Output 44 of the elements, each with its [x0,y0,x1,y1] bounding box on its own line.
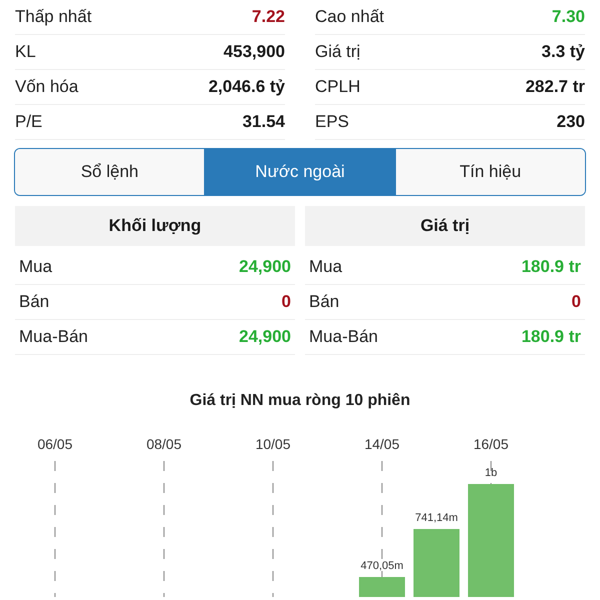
axis-label: 08/05 [146,436,182,452]
row-value: 180.9 tr [521,256,581,278]
stat-label: Cao nhất [315,6,384,28]
stat-value: 282.7 tr [525,76,585,98]
stat-label: Vốn hóa [15,76,78,98]
stat-label: KL [15,41,36,64]
bar [414,529,460,597]
stat-label: P/E [15,111,42,134]
row-value: 180.9 tr [521,326,581,348]
stat-label: CPLH [315,76,360,98]
stat-value: 230 [556,111,585,134]
row-value: 0 [282,291,291,314]
stat-value: 3.3 tỷ [542,41,585,64]
bar-value-label: 741,14m [415,512,458,524]
row-value: 24,900 [239,256,291,278]
axis-label: 06/05 [37,436,73,452]
row-label: Bán [309,291,340,314]
tab[interactable]: Sổ lệnh [15,149,204,195]
row-value: 0 [572,291,581,314]
stat-label: Thấp nhất [15,6,92,28]
chart-title: Giá trị NN mua ròng 10 phiên [188,391,412,411]
bar-value-label: 470,05m [360,560,404,572]
axis-label: 16/05 [473,436,509,452]
table-header: Khối lượng [15,206,295,246]
stat-value: 7.30 [552,6,585,28]
bar [359,577,405,597]
row-label: Bán [19,291,50,314]
stat-label: Giá trị [315,41,360,64]
row-label: Mua-Bán [309,326,378,348]
axis-label: 10/05 [255,436,291,452]
row-label: Mua-Bán [19,326,88,348]
row-value: 24,900 [239,326,291,348]
stat-label: EPS [315,111,350,134]
tab[interactable]: Nước ngoài [204,149,395,195]
tab[interactable]: Tín hiệu [394,149,585,195]
stat-value: 2,046.6 tỷ [208,76,285,98]
row-label: Mua [309,256,342,278]
stat-value: 453,900 [224,41,285,64]
table-header: Giá trị [305,206,585,246]
stat-value: 31.54 [242,111,285,134]
row-label: Mua [19,256,52,278]
axis-label: 14/05 [364,436,400,452]
stat-value: 7.22 [252,6,285,28]
bar-value-label: 1b [484,467,498,479]
